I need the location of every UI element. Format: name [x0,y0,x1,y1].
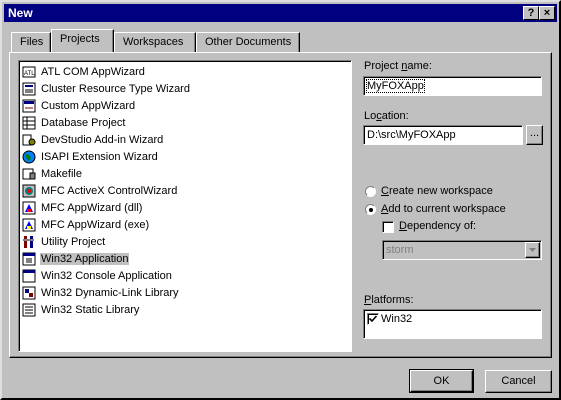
list-item[interactable]: Win32 Application [22,251,342,268]
atl-icon: ATL [22,65,36,79]
help-button[interactable]: ? [523,6,539,20]
list-item-label: DevStudio Add-in Wizard [41,134,164,146]
makefile-icon [22,167,36,181]
dependency-checkbox[interactable] [382,221,394,233]
dll-icon [22,286,36,300]
ok-button[interactable]: OK [409,369,474,393]
radio-dot [369,208,373,212]
svg-text:ATL: ATL [24,71,35,77]
list-item-label: Custom AppWizard [41,100,136,112]
tab-files-label: Files [20,36,44,48]
dependency-select[interactable]: storm [382,240,542,260]
location-input[interactable]: D:\src\MyFOXApp [363,125,523,145]
list-item[interactable]: ATL ATL COM AppWizard [22,64,342,81]
project-type-list[interactable]: ATL ATL COM AppWizard Cluster Resource Typ… [18,60,352,352]
location-value: D:\src\MyFOXApp [367,129,456,141]
list-item-label: Win32 Console Application [41,270,172,282]
list-item-label: Win32 Dynamic-Link Library [41,287,179,299]
list-item[interactable]: Makefile [22,166,342,183]
list-item-label: Cluster Resource Type Wizard [41,83,190,95]
list-item-label: ATL COM AppWizard [41,66,145,78]
tab-other-documents-label: Other Documents [205,36,292,48]
dependency-value: storm [386,244,414,256]
list-item-label: Win32 Static Library [41,304,140,316]
cancel-button[interactable]: Cancel [485,370,552,393]
platforms-label: Platforms: [364,294,414,306]
console-icon [22,269,36,283]
list-item[interactable]: Cluster Resource Type Wizard [22,81,342,98]
location-label: Location: [364,110,409,122]
add-workspace-radio[interactable] [365,204,376,215]
cluster-icon [22,82,36,96]
list-item[interactable]: Win32 Static Library [22,302,342,319]
platforms-list[interactable]: Win32 [363,309,542,339]
list-item[interactable]: ISAPI Extension Wizard [22,149,342,166]
list-item-label: MFC ActiveX ControlWizard [41,185,178,197]
project-name-label: Project name: [364,60,432,72]
list-item-label: ISAPI Extension Wizard [41,151,158,163]
project-name-value: MyFOXApp [366,79,425,93]
addin-icon [22,133,36,147]
win32-app-icon [22,252,36,266]
globe-icon [22,150,36,164]
list-item-label: Database Project [41,117,126,129]
tab-other-documents[interactable]: Other Documents [196,32,300,52]
close-button[interactable]: × [539,6,555,20]
list-item-label: Utility Project [41,236,106,248]
tab-files[interactable]: Files [11,32,51,52]
chevron-down-icon [529,248,536,252]
list-item-label: Makefile [41,168,82,180]
project-name-input[interactable]: MyFOXApp [363,76,542,96]
list-item-label: Win32 Application [40,253,130,265]
platform-win32-checkbox[interactable] [367,313,379,325]
list-item[interactable]: Custom AppWizard [22,98,342,115]
custom-wizard-icon [22,99,36,113]
platform-win32-label: Win32 [381,313,413,325]
list-item[interactable]: Utility Project [22,234,342,251]
create-workspace-label: Create new workspace [381,185,493,197]
add-workspace-label: Add to current workspace [381,203,506,215]
list-item[interactable]: DevStudio Add-in Wizard [22,132,342,149]
activex-icon [22,184,36,198]
list-item[interactable]: Database Project [22,115,342,132]
list-item[interactable]: Win32 Dynamic-Link Library [22,285,342,302]
browse-button[interactable]: ... [526,125,543,145]
list-item[interactable]: MFC AppWizard (exe) [22,217,342,234]
database-icon [22,116,36,130]
tab-workspaces-label: Workspaces [123,36,184,48]
list-item-label: MFC AppWizard (dll) [41,202,143,214]
list-item-label: MFC AppWizard (exe) [41,219,150,231]
list-item[interactable]: Win32 Console Application [22,268,342,285]
mfc-exe-icon [22,218,36,232]
tab-workspaces[interactable]: Workspaces [114,32,196,52]
checkmark-icon [368,315,378,323]
tab-projects[interactable]: Projects [51,29,114,52]
list-item[interactable]: MFC AppWizard (dll) [22,200,342,217]
list-item[interactable]: MFC ActiveX ControlWizard [22,183,342,200]
title-bar: New ? × [4,4,557,22]
lib-icon [22,303,36,317]
create-workspace-radio[interactable] [365,186,376,197]
mfc-dll-icon [22,201,36,215]
dropdown-button[interactable] [525,242,540,258]
tab-projects-label: Projects [60,33,100,45]
window-title: New [8,6,33,20]
utility-icon [22,235,36,249]
dependency-label: Dependency of: [399,220,477,232]
